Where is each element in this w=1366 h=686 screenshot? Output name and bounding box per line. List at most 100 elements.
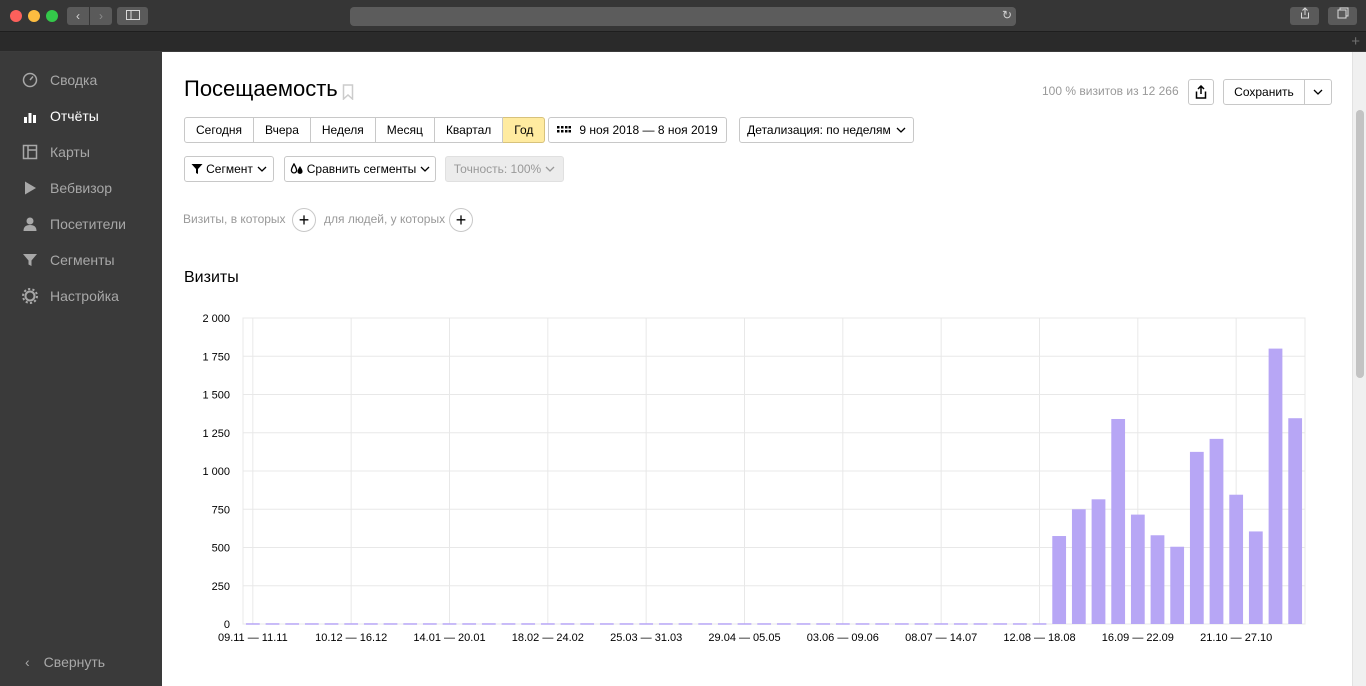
- sidebar-toggle-button[interactable]: [117, 7, 148, 25]
- y-tick-label: 0: [224, 619, 230, 631]
- play-icon: [22, 180, 38, 196]
- chart-bar: [1229, 494, 1244, 624]
- x-tick-label: 29.04 — 05.05: [708, 632, 780, 644]
- y-tick-label: 1 250: [202, 428, 230, 440]
- sidebar-item-reports[interactable]: Отчёты: [0, 98, 162, 134]
- add-people-condition-button[interactable]: +: [449, 208, 473, 232]
- compare-label: Сравнить сегменты: [306, 162, 417, 176]
- chart-bar: [560, 623, 575, 625]
- filter-icon: [22, 252, 38, 268]
- accuracy-dropdown[interactable]: Точность: 100%: [445, 156, 564, 182]
- sidebar-item-summary[interactable]: Сводка: [0, 62, 162, 98]
- segment-button[interactable]: Сегмент: [184, 156, 274, 182]
- chart-bar: [698, 623, 713, 625]
- bookmark-icon[interactable]: [342, 84, 354, 105]
- chart-bar: [1091, 499, 1106, 624]
- sidebar-item-label: Вебвизор: [50, 180, 113, 196]
- period-today[interactable]: Сегодня: [184, 117, 254, 143]
- maps-icon: [22, 144, 38, 160]
- chart-bar: [737, 623, 752, 625]
- period-year[interactable]: Год: [503, 117, 546, 143]
- chart-bar: [658, 623, 673, 625]
- browser-forward-button[interactable]: ›: [90, 7, 112, 25]
- page-scrollbar[interactable]: [1352, 52, 1366, 686]
- x-tick-label: 16.09 — 22.09: [1102, 632, 1174, 644]
- sidebar-icon: [125, 10, 140, 20]
- save-button[interactable]: Сохранить: [1223, 79, 1305, 105]
- chart-bar: [462, 623, 477, 625]
- x-tick-label: 03.06 — 09.06: [807, 632, 879, 644]
- window-maximize-button[interactable]: [46, 10, 58, 22]
- add-visit-condition-button[interactable]: +: [292, 208, 316, 232]
- sidebar-item-segments[interactable]: Сегменты: [0, 242, 162, 278]
- chevron-down-icon: [1313, 89, 1323, 95]
- reload-icon[interactable]: ↻: [1002, 8, 1012, 22]
- chart-bar: [501, 623, 516, 625]
- chevron-down-icon: [257, 166, 267, 172]
- chart-bar: [285, 623, 300, 625]
- x-tick-label: 14.01 — 20.01: [413, 632, 485, 644]
- visits-condition-label: Визиты, в которых: [183, 212, 286, 226]
- compare-drops-icon: [290, 163, 303, 174]
- y-tick-label: 1 750: [202, 351, 230, 363]
- address-bar[interactable]: ↻: [350, 7, 1016, 26]
- chart-bar: [304, 623, 319, 625]
- browser-back-button[interactable]: ‹: [67, 7, 89, 25]
- chart-bar: [914, 623, 929, 625]
- new-tab-button[interactable]: +: [1351, 34, 1360, 50]
- chart-bar: [796, 623, 811, 625]
- tabs-icon: [1337, 7, 1348, 19]
- chart-bar: [993, 623, 1008, 625]
- scrollbar-thumb[interactable]: [1356, 110, 1364, 378]
- browser-titlebar: ‹ › ↻: [0, 0, 1366, 32]
- user-icon: [22, 216, 38, 232]
- collapse-sidebar-button[interactable]: ‹ Свернуть: [0, 644, 162, 680]
- chart-bar: [265, 623, 280, 625]
- chevron-down-icon: [420, 166, 430, 172]
- chart-bar: [816, 623, 831, 625]
- export-button[interactable]: [1188, 79, 1214, 105]
- chart-bar: [953, 623, 968, 625]
- chart-bar: [1209, 438, 1224, 624]
- chevron-left-icon: ‹: [25, 654, 30, 670]
- chart-bar: [363, 623, 378, 625]
- chart-bar: [422, 623, 437, 625]
- sidebar-item-maps[interactable]: Карты: [0, 134, 162, 170]
- y-tick-label: 250: [212, 581, 230, 593]
- sidebar-item-webvisor[interactable]: Вебвизор: [0, 170, 162, 206]
- period-week[interactable]: Неделя: [310, 117, 376, 143]
- chart-bar: [1248, 531, 1263, 624]
- chart-bar: [1189, 451, 1204, 624]
- people-condition-label: для людей, у которых: [324, 212, 446, 226]
- detail-dropdown[interactable]: Детализация: по неделям: [739, 117, 914, 143]
- chart-bar: [639, 623, 654, 625]
- period-month[interactable]: Месяц: [375, 117, 435, 143]
- x-tick-label: 21.10 — 27.10: [1200, 632, 1272, 644]
- window-close-button[interactable]: [10, 10, 22, 22]
- chart-bar: [1150, 535, 1165, 624]
- tabs-overview-button[interactable]: [1328, 7, 1357, 25]
- sidebar-item-label: Посетители: [50, 216, 126, 232]
- chart-bar: [383, 623, 398, 625]
- chart-bar: [619, 623, 634, 625]
- sidebar-item-visitors[interactable]: Посетители: [0, 206, 162, 242]
- detail-text: Детализация: по неделям: [747, 123, 891, 137]
- period-yesterday[interactable]: Вчера: [254, 117, 311, 143]
- chart-bar: [1170, 546, 1185, 624]
- sidebar-item-settings[interactable]: Настройка: [0, 278, 162, 314]
- chart-bar: [580, 623, 595, 625]
- window-minimize-button[interactable]: [28, 10, 40, 22]
- compare-segments-button[interactable]: Сравнить сегменты: [284, 156, 436, 182]
- date-range-button[interactable]: 9 ноя 2018 — 8 ноя 2019: [548, 117, 727, 143]
- period-quarter[interactable]: Квартал: [434, 117, 504, 143]
- save-dropdown-button[interactable]: [1304, 79, 1332, 105]
- chart-bar: [1130, 514, 1145, 624]
- main-content: Посещаемость 100 % визитов из 12 266 Сох…: [162, 52, 1352, 686]
- reports-icon: [22, 108, 38, 124]
- chart-bar: [403, 623, 418, 625]
- chart-bar: [1071, 509, 1086, 624]
- chart-bar: [717, 623, 732, 625]
- export-icon: [1195, 85, 1207, 99]
- x-tick-label: 25.03 — 31.03: [610, 632, 682, 644]
- share-toolbar-button[interactable]: [1290, 7, 1319, 25]
